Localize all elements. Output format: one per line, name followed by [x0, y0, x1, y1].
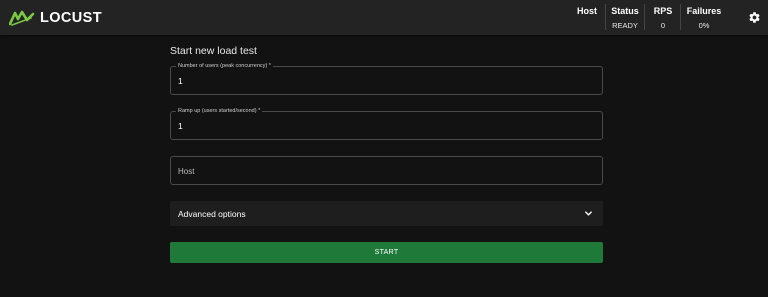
- form-title: Start new load test: [170, 45, 257, 57]
- ramp-up-field[interactable]: Ramp up (users started/second) * 1: [170, 108, 603, 140]
- gear-icon[interactable]: [748, 11, 761, 24]
- stat-failures-value: 0%: [698, 21, 710, 30]
- stat-status-value: READY: [612, 21, 638, 30]
- stat-rps-label: RPS: [653, 6, 673, 16]
- stat-host-label: Host: [577, 6, 597, 16]
- advanced-options-accordion[interactable]: Advanced options: [170, 201, 603, 226]
- locust-logo[interactable]: LOCUST: [9, 9, 102, 27]
- brand-name: LOCUST: [40, 10, 103, 26]
- top-bar: LOCUST Host Status READY RPS 0 Failures …: [0, 0, 768, 35]
- stat-failures: Failures 0%: [686, 6, 722, 30]
- stat-status: Status READY: [611, 6, 639, 30]
- start-button[interactable]: START: [170, 242, 603, 263]
- chevron-down-icon: [585, 211, 592, 216]
- stat-divider: [605, 4, 606, 30]
- host-field-placeholder: Host: [178, 167, 195, 176]
- users-field-value[interactable]: 1: [178, 76, 183, 86]
- users-field-label: Number of users (peak concurrency) *: [176, 63, 273, 70]
- ramp-up-field-label: Ramp up (users started/second) *: [176, 108, 263, 115]
- stat-divider: [680, 4, 681, 30]
- stat-rps-value: 0: [660, 21, 666, 30]
- host-field[interactable]: Host: [170, 156, 603, 185]
- stat-status-label: Status: [611, 6, 639, 16]
- ramp-up-field-value[interactable]: 1: [178, 121, 183, 131]
- stat-host: Host: [575, 6, 599, 21]
- stat-divider: [644, 4, 645, 30]
- stat-rps: RPS 0: [651, 6, 675, 30]
- advanced-options-label: Advanced options: [178, 209, 246, 219]
- locust-logo-icon: [9, 10, 35, 26]
- stat-failures-label: Failures: [686, 6, 722, 16]
- users-field[interactable]: Number of users (peak concurrency) * 1: [170, 63, 603, 95]
